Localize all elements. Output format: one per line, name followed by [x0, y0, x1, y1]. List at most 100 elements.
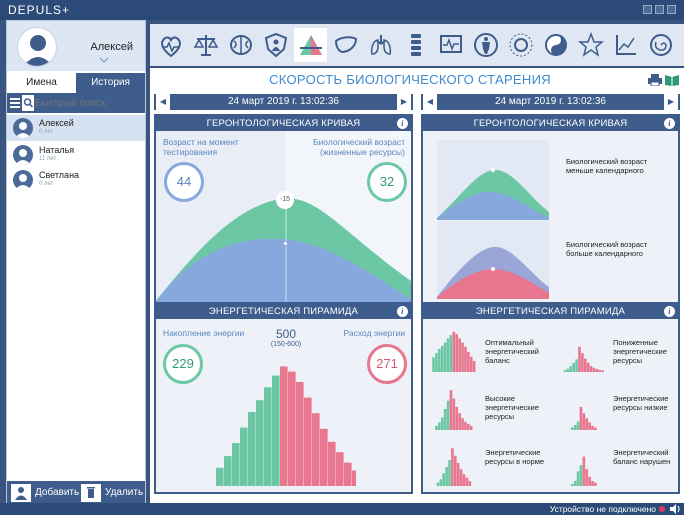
- shield-icon[interactable]: [259, 28, 292, 62]
- chevron-down-icon[interactable]: [99, 57, 109, 63]
- book-icon[interactable]: [665, 74, 679, 86]
- energy-range: (150-600): [270, 341, 302, 348]
- yin-yang-icon[interactable]: [539, 28, 572, 62]
- star-figure-icon[interactable]: [574, 28, 607, 62]
- delete-button[interactable]: Удалить: [105, 487, 143, 498]
- sun-icon[interactable]: [504, 28, 537, 62]
- bio-age-value: 32: [367, 162, 407, 202]
- tab-history[interactable]: История: [76, 73, 145, 93]
- pyramid-bar: [569, 366, 573, 372]
- info-icon[interactable]: i: [397, 306, 408, 317]
- liver-icon[interactable]: [329, 28, 362, 62]
- energy-spend-value: 271: [367, 344, 407, 384]
- close-button[interactable]: [667, 5, 676, 14]
- list-icon[interactable]: [10, 98, 20, 108]
- gerontology-panel: ГЕРОНТОЛОГИЧЕСКАЯ КРИВАЯ i Возраст на мом…: [154, 114, 413, 304]
- pyramid-bar: [439, 479, 443, 486]
- info-icon[interactable]: i: [664, 118, 675, 129]
- search-bar: [7, 93, 145, 113]
- pyramid-bar: [312, 413, 320, 486]
- pyramid-bar: [579, 406, 583, 430]
- pyramid-bar: [465, 477, 469, 486]
- list-item[interactable]: Алексей 0 лет: [7, 115, 145, 141]
- settings-window-button[interactable]: [643, 5, 652, 14]
- pyramid-bar: [438, 348, 441, 372]
- pyramid-bar: [320, 428, 328, 486]
- pyramid-bar: [446, 400, 450, 430]
- date-nav-left: ◀ 24 март 2019 г. 13:02:36 ▶: [154, 94, 413, 110]
- spine-icon[interactable]: [399, 28, 432, 62]
- pyramid-bar: [576, 471, 580, 486]
- lungs-icon[interactable]: [364, 28, 397, 62]
- pyramid-icon[interactable]: [294, 28, 327, 62]
- tab-names[interactable]: Имена: [7, 73, 76, 93]
- pyramid-bar: [573, 480, 577, 486]
- energy-reference-panel: ЭНЕРГЕТИЧЕСКАЯ ПИРАМИДА i Оптимальный эне…: [421, 302, 680, 494]
- energy-total: 500: [275, 327, 297, 341]
- chart-icon[interactable]: [609, 28, 642, 62]
- list-item[interactable]: Наталья 11 лет: [7, 142, 145, 168]
- info-icon[interactable]: i: [664, 306, 675, 317]
- bio-age-label: Биологический возраст (жизненные ресурсы…: [312, 137, 405, 157]
- heart-icon[interactable]: [154, 28, 187, 62]
- info-icon[interactable]: i: [397, 118, 408, 129]
- prev-date-button[interactable]: ◀: [156, 94, 170, 110]
- pyramid-bar: [240, 427, 248, 486]
- energy-panel: ЭНЕРГЕТИЧЕСКАЯ ПИРАМИДА i Накопление энер…: [154, 302, 413, 494]
- pyramid-bar: [467, 424, 470, 430]
- pyramid-bar: [448, 459, 451, 486]
- pyramid-bar: [472, 361, 476, 372]
- next-date-button[interactable]: ▶: [397, 94, 411, 110]
- pyramid-bar: [446, 338, 450, 372]
- add-user-icon[interactable]: [11, 484, 31, 502]
- scales-icon[interactable]: [189, 28, 222, 62]
- pyramid-bar: [304, 397, 312, 486]
- add-button[interactable]: Добавить: [35, 487, 79, 498]
- app-logo: DEPULS+: [8, 3, 71, 17]
- spiral-icon[interactable]: [644, 28, 677, 62]
- search-icon[interactable]: [22, 95, 34, 111]
- pyramid-bar: [452, 331, 456, 372]
- pyramid-example-optimal: [432, 331, 476, 372]
- curve-example-younger: [437, 140, 549, 220]
- user-silhouette-icon: [23, 35, 53, 66]
- pyramid-bar: [464, 346, 467, 372]
- pyramid-bar: [458, 413, 461, 430]
- pyramid-bar: [454, 455, 457, 486]
- search-input[interactable]: [35, 95, 141, 111]
- prev-date-button[interactable]: ◀: [423, 94, 437, 110]
- user-age: 0 лет: [39, 181, 54, 187]
- pyramid-bar: [288, 371, 296, 486]
- pyramid-bar: [352, 470, 356, 486]
- pyramid-bar: [570, 483, 574, 486]
- trash-icon[interactable]: [81, 484, 101, 502]
- brain-icon[interactable]: [224, 28, 257, 62]
- panel-title: ЭНЕРГЕТИЧЕСКАЯ ПИРАМИДА i: [156, 304, 411, 319]
- pyramid-bar: [328, 441, 336, 486]
- pyramid-bar: [459, 469, 463, 486]
- pyramid-description: Энергетические ресурсы в норме: [485, 448, 545, 466]
- energy-accumulation-label: Накопление энергии: [163, 328, 245, 338]
- pyramid-bar: [435, 425, 438, 430]
- pyramid-bar: [582, 456, 586, 486]
- list-item[interactable]: Светлана 0 лет: [7, 167, 145, 193]
- speaker-icon[interactable]: [670, 504, 681, 514]
- pyramid-bar: [594, 427, 597, 430]
- print-icon[interactable]: [648, 74, 662, 86]
- curve-example-older: [437, 221, 549, 299]
- pyramid-bar: [582, 413, 586, 430]
- monitor-icon[interactable]: [434, 28, 467, 62]
- pyramid-bar: [575, 359, 578, 372]
- pyramid-bar: [469, 425, 473, 430]
- pyramid-bar: [438, 422, 441, 430]
- pyramid-bar: [581, 353, 584, 372]
- next-date-button[interactable]: ▶: [664, 94, 678, 110]
- pyramid-bar: [563, 370, 567, 372]
- pyramid-bar: [455, 334, 459, 372]
- body-icon[interactable]: [469, 28, 502, 62]
- pyramid-bar: [436, 482, 440, 486]
- pyramid-bar: [272, 375, 280, 486]
- minimize-button[interactable]: [655, 5, 664, 14]
- pyramid-bar: [592, 367, 596, 372]
- pyramid-bar: [336, 452, 344, 486]
